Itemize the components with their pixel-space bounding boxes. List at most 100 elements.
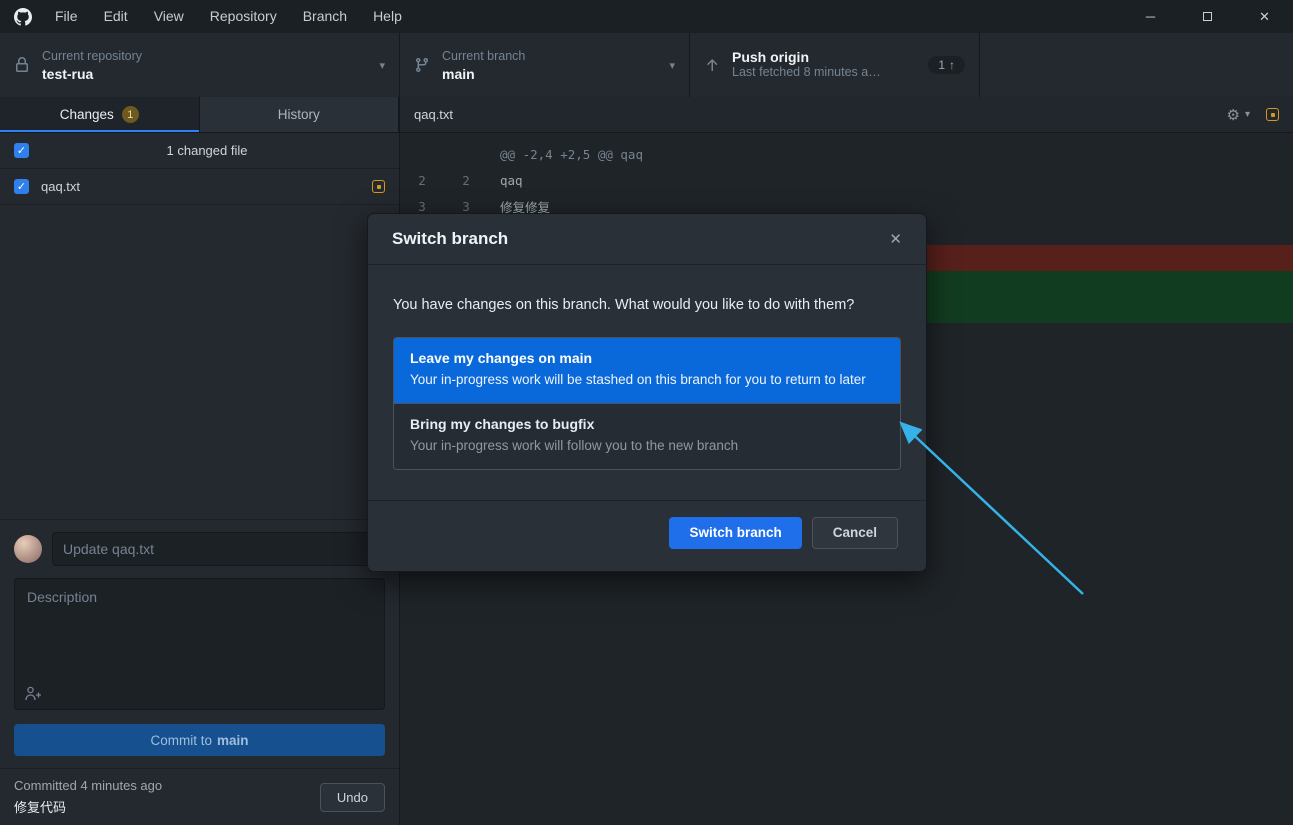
file-row-qaq-txt[interactable]: ✓ qaq.txt <box>0 169 399 205</box>
diff-hunk-header: @@ -2,4 +2,5 @@ qaq <box>400 141 1293 167</box>
modified-status-icon <box>1266 108 1279 121</box>
dialog-footer: Switch branch Cancel <box>368 500 926 571</box>
window-controls: ─ ✕ <box>1122 0 1293 33</box>
menu-branch[interactable]: Branch <box>290 0 360 33</box>
sidebar-tabs: Changes 1 History <box>0 97 399 133</box>
toolbar: Current repository test-rua ▾ Current br… <box>0 33 1293 97</box>
hunk-header-text: @@ -2,4 +2,5 @@ qaq <box>488 147 643 162</box>
arrow-up-icon: ↑ <box>949 58 955 72</box>
changes-count-badge: 1 <box>122 106 139 123</box>
push-text: Push origin Last fetched 8 minutes a… <box>732 49 881 82</box>
diff-line: 2 2 qaq <box>400 167 1293 193</box>
menu-repository[interactable]: Repository <box>197 0 290 33</box>
dialog-title: Switch branch <box>392 229 508 249</box>
chevron-down-icon: ▾ <box>1245 109 1250 120</box>
current-repository-selector[interactable]: Current repository test-rua ▾ <box>0 33 400 97</box>
dialog-body: You have changes on this branch. What wo… <box>368 297 926 470</box>
close-button[interactable]: ✕ <box>1236 0 1293 33</box>
diff-header-actions: ⚙ ▾ <box>1227 106 1279 124</box>
menu-edit[interactable]: Edit <box>91 0 141 33</box>
select-all-checkbox[interactable]: ✓ <box>14 143 29 158</box>
tab-history-label: History <box>278 107 320 122</box>
file-name: qaq.txt <box>41 179 360 194</box>
modified-status-icon <box>372 180 385 193</box>
github-logo-icon <box>14 8 32 26</box>
lock-icon <box>14 57 30 73</box>
gutter-new: 3 <box>444 199 488 214</box>
gutter-old: 2 <box>400 173 444 188</box>
maximize-icon <box>1203 12 1212 21</box>
gutter-old: 3 <box>400 199 444 214</box>
file-checkbox[interactable]: ✓ <box>14 179 29 194</box>
changed-files-count: 1 changed file <box>29 143 385 158</box>
option-description: Your in-progress work will follow you to… <box>410 436 884 457</box>
sidebar: Changes 1 History ✓ 1 changed file ✓ qaq… <box>0 97 400 825</box>
sidebar-spacer <box>0 205 399 519</box>
close-icon: ✕ <box>1259 9 1270 25</box>
commit-summary-row <box>14 532 385 566</box>
dialog-message: You have changes on this branch. What wo… <box>393 297 901 313</box>
current-branch-selector[interactable]: Current branch main ▾ <box>400 33 690 97</box>
add-coauthor-icon[interactable] <box>25 686 42 701</box>
gutter-new: 2 <box>444 173 488 188</box>
diff-file-name: qaq.txt <box>414 107 453 122</box>
stash-options: Leave my changes on main Your in-progres… <box>393 337 901 470</box>
git-branch-icon <box>414 57 430 73</box>
commit-form: Commit to main <box>0 519 399 768</box>
branch-text: Current branch main <box>442 49 525 82</box>
titlebar: File Edit View Repository Branch Help ─ … <box>0 0 1293 33</box>
switch-branch-confirm-button[interactable]: Switch branch <box>669 517 801 549</box>
repo-text: Current repository test-rua <box>42 49 142 82</box>
tab-history[interactable]: History <box>200 97 400 132</box>
repo-name: test-rua <box>42 66 142 82</box>
gear-icon: ⚙ <box>1227 106 1240 124</box>
minimize-button[interactable]: ─ <box>1122 0 1179 33</box>
branch-label: Current branch <box>442 49 525 63</box>
diff-line-text: qaq <box>488 173 523 188</box>
cancel-button[interactable]: Cancel <box>812 517 898 549</box>
committed-ago-text: Committed 4 minutes ago <box>14 778 320 793</box>
avatar <box>14 535 42 563</box>
branch-name: main <box>442 66 525 82</box>
minimize-icon: ─ <box>1146 9 1155 24</box>
commit-button[interactable]: Commit to main <box>14 724 385 756</box>
switch-branch-dialog: Switch branch ✕ You have changes on this… <box>367 213 927 572</box>
diff-options-button[interactable]: ⚙ ▾ <box>1227 106 1250 124</box>
tab-changes[interactable]: Changes 1 <box>0 97 200 132</box>
commit-button-branch: main <box>217 733 249 748</box>
diff-header: qaq.txt ⚙ ▾ <box>400 97 1293 133</box>
changed-files-header: ✓ 1 changed file <box>0 133 399 169</box>
undo-texts: Committed 4 minutes ago 修复代码 <box>14 778 320 816</box>
push-last-fetched: Last fetched 8 minutes a… <box>732 65 881 79</box>
push-count-badge: 1 ↑ <box>928 56 965 74</box>
undo-bar: Committed 4 minutes ago 修复代码 Undo <box>0 768 399 825</box>
push-label: Push origin <box>732 49 881 65</box>
menu-bar: File Edit View Repository Branch Help <box>42 0 415 33</box>
github-desktop-window: File Edit View Repository Branch Help ─ … <box>0 0 1293 825</box>
last-commit-message: 修复代码 <box>14 797 320 816</box>
menu-file[interactable]: File <box>42 0 91 33</box>
maximize-button[interactable] <box>1179 0 1236 33</box>
toolbar-filler <box>980 33 1293 97</box>
close-icon[interactable]: ✕ <box>889 230 902 248</box>
repo-label: Current repository <box>42 49 142 63</box>
commit-description-input[interactable] <box>15 579 384 709</box>
arrow-up-icon <box>704 57 720 73</box>
chevron-down-icon: ▾ <box>669 59 675 72</box>
menu-help[interactable]: Help <box>360 0 415 33</box>
push-count: 1 <box>938 58 945 72</box>
commit-summary-input[interactable] <box>52 532 385 566</box>
option-bring-changes[interactable]: Bring my changes to bugfix Your in-progr… <box>394 403 900 469</box>
tab-changes-label: Changes <box>60 107 114 122</box>
option-leave-changes[interactable]: Leave my changes on main Your in-progres… <box>394 338 900 403</box>
dialog-header: Switch branch ✕ <box>368 214 926 265</box>
undo-button[interactable]: Undo <box>320 783 385 812</box>
commit-button-prefix: Commit to <box>150 733 212 748</box>
menu-view[interactable]: View <box>141 0 197 33</box>
push-origin-button[interactable]: Push origin Last fetched 8 minutes a… 1 … <box>690 33 980 97</box>
chevron-down-icon: ▾ <box>379 59 385 72</box>
option-title: Bring my changes to bugfix <box>410 416 884 432</box>
option-title: Leave my changes on main <box>410 350 884 366</box>
commit-description-wrap <box>14 578 385 710</box>
option-description: Your in-progress work will be stashed on… <box>410 370 884 391</box>
